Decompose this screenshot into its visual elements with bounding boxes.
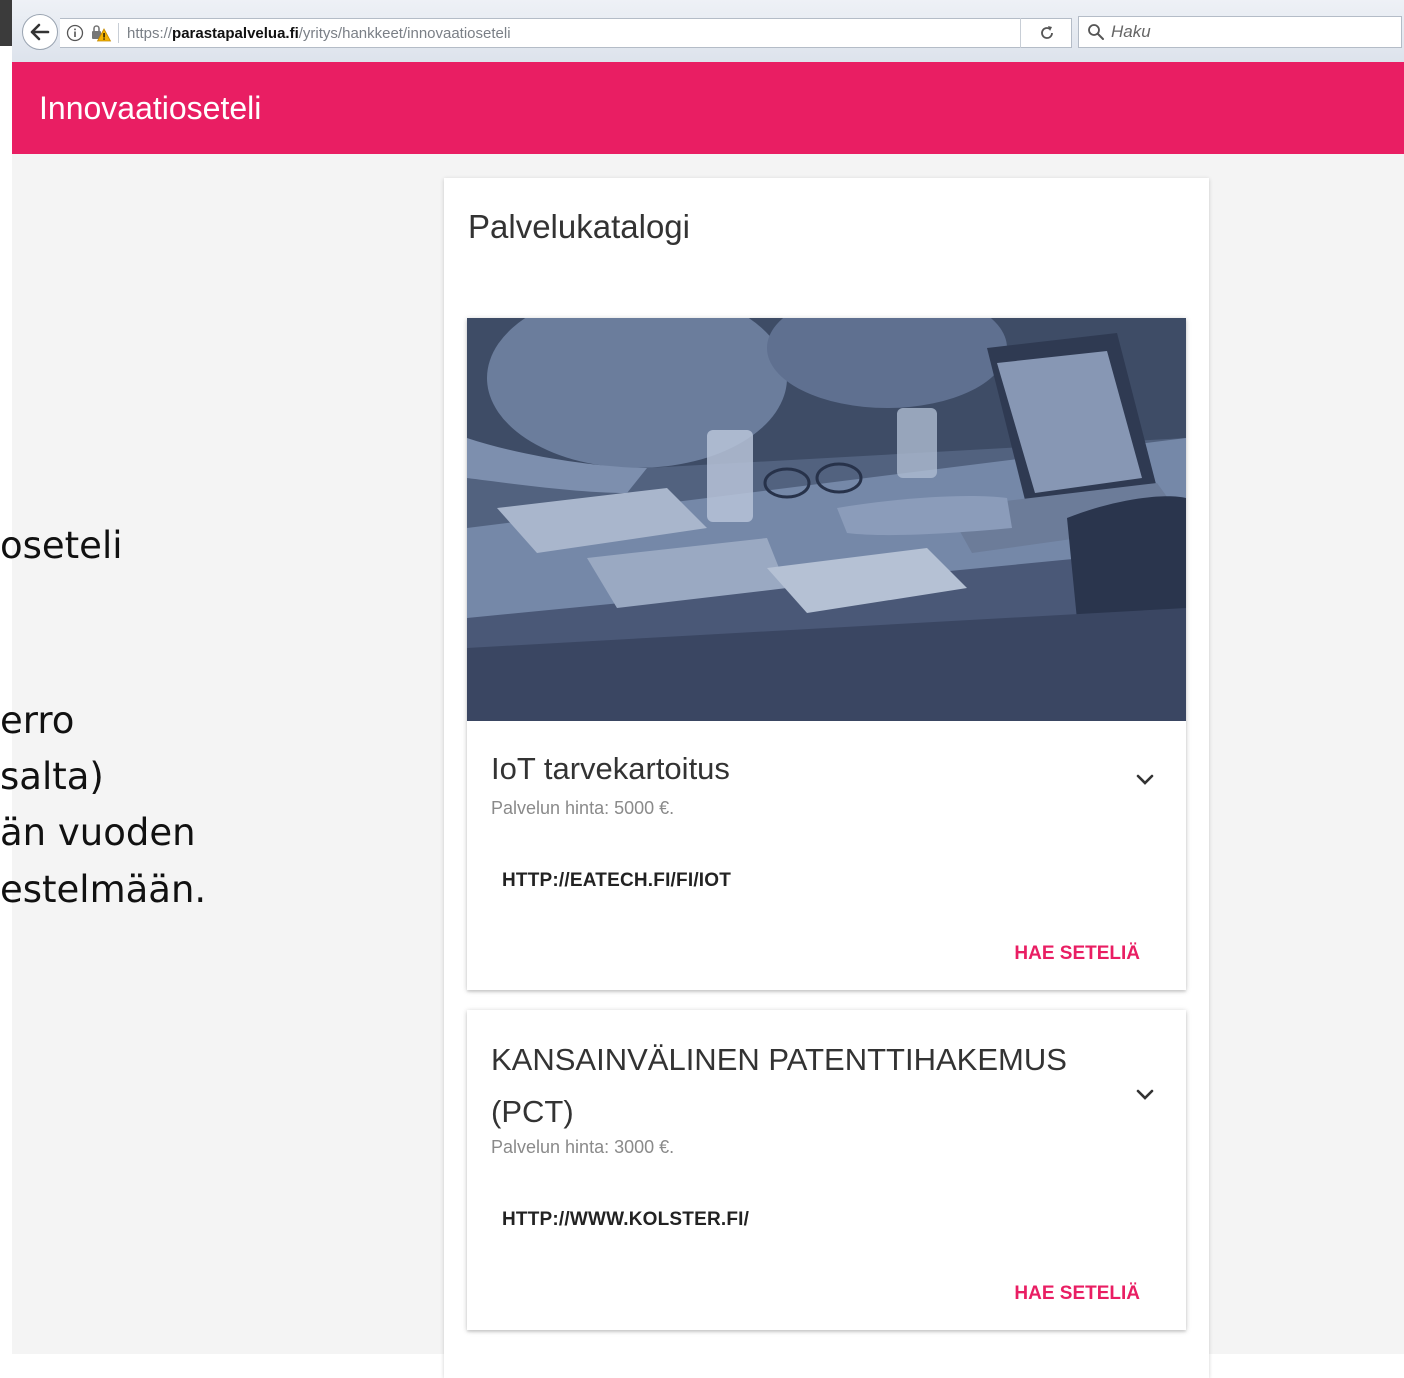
catalog-title: Palvelukatalogi — [468, 208, 690, 245]
service-link[interactable]: HTTP://EATECH.FI/FI/IOT — [502, 870, 731, 892]
url-separator — [118, 23, 119, 43]
window-edge-dark — [0, 0, 12, 46]
service-image — [467, 318, 1186, 721]
service-price: Palvelun hinta: 3000 €. — [491, 1137, 675, 1157]
chevron-down-icon[interactable] — [1134, 1088, 1156, 1102]
reload-icon — [1040, 26, 1053, 39]
slide-text-fragment: salta) — [0, 755, 104, 798]
search-icon — [1088, 24, 1104, 40]
url-path: /yritys/hankkeet/innovaatioseteli — [298, 24, 511, 42]
address-bar[interactable]: https://parastapalvelua.fi/yritys/hankke… — [60, 18, 1072, 48]
slide-text-fragment: än vuoden — [0, 811, 196, 854]
service-title-line1: KANSAINVÄLINEN PATENTTIHAKEMUS — [491, 1042, 1067, 1077]
back-button[interactable] — [22, 14, 58, 50]
slide-text-fragment: oseteli — [0, 524, 123, 567]
service-title: IoT tarvekartoitus — [491, 751, 730, 786]
browser-toolbar: https://parastapalvelua.fi/yritys/hankke… — [12, 0, 1404, 63]
service-link[interactable]: HTTP://WWW.KOLSTER.FI/ — [502, 1209, 749, 1231]
arrow-left-icon — [30, 23, 50, 41]
search-placeholder: Haku — [1111, 22, 1151, 41]
service-card: KANSAINVÄLINEN PATENTTIHAKEMUS (PCT) Pal… — [467, 1010, 1186, 1330]
service-price: Palvelun hinta: 5000 €. — [491, 798, 675, 818]
url-domain: parastapalvelua.fi — [172, 24, 299, 42]
reload-button[interactable] — [1020, 18, 1072, 48]
app-header: Innovaatioseteli — [12, 62, 1404, 154]
page-title: Innovaatioseteli — [39, 89, 262, 126]
service-catalog-panel: Palvelukatalogi IoT tarvekartoitus Palve… — [444, 178, 1209, 1378]
insecure-lock-warning-icon[interactable] — [90, 24, 112, 42]
service-card: IoT tarvekartoitus Palvelun hinta: 5000 … — [467, 318, 1186, 990]
apply-voucher-button[interactable]: HAE SETELIÄ — [1014, 943, 1140, 965]
chevron-down-icon[interactable] — [1134, 773, 1156, 787]
left-window-edge — [0, 0, 12, 1354]
service-title-line2: (PCT) — [491, 1094, 574, 1129]
url-text[interactable]: https://parastapalvelua.fi/yritys/hankke… — [127, 25, 511, 42]
info-icon[interactable] — [66, 24, 84, 42]
search-input[interactable]: Haku — [1078, 16, 1402, 48]
apply-voucher-button[interactable]: HAE SETELIÄ — [1014, 1283, 1140, 1305]
url-scheme: https:// — [127, 24, 173, 42]
slide-text-fragment: erro — [0, 699, 75, 742]
slide-text-fragment: estelmään. — [0, 868, 207, 911]
